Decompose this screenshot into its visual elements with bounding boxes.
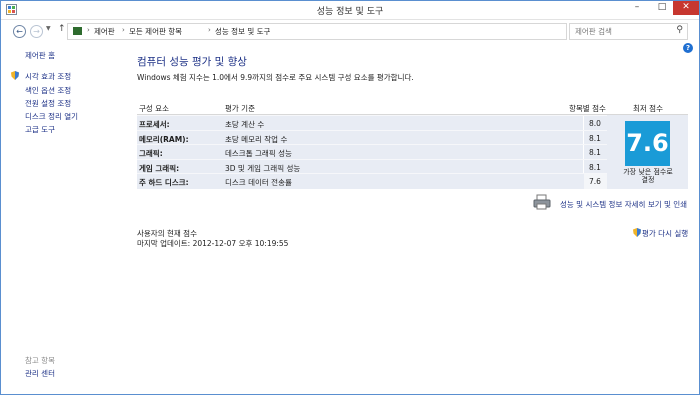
breadcrumb-separator[interactable]: › [208,26,211,34]
search-input[interactable]: 제어판 검색 [575,26,612,37]
close-button[interactable]: ✕ [673,1,699,15]
up-button[interactable]: ↑ [58,24,66,34]
row-score: 8.1 [589,162,601,172]
sidebar-item-disk-cleanup[interactable]: 디스크 정리 열기 [25,111,78,122]
table-body: 프로세서: 초당 계산 수 8.0 메모리(RAM): 초당 메모리 작업 수 … [137,115,607,189]
rerun-assessment-link[interactable]: 평가 다시 실행 [642,228,688,239]
search-box[interactable]: 제어판 검색 ⚲ [569,23,688,40]
folder-icon [73,27,82,35]
address-bar[interactable]: › 제어판 › 모든 제어판 항목 › 성능 정보 및 도구 ▾ ↻ [67,23,624,40]
row-rating: 디스크 데이터 전송률 [225,178,292,188]
row-score: 8.1 [589,148,601,158]
row-score: 8.1 [589,133,601,143]
forward-button[interactable]: → [30,25,43,38]
column-subscore: 항목별 점수 [569,104,606,113]
page-title: 컴퓨터 성능 평가 및 향상 [137,56,247,68]
row-score: 8.0 [589,119,601,128]
sidebar-item-power[interactable]: 전원 설정 조정 [25,98,71,109]
table-row: 프로세서: 초당 계산 수 8.0 [137,115,607,131]
recent-locations-dropdown[interactable]: ▼ [46,25,51,32]
row-component: 프로세서: [139,120,170,129]
sidebar: 제어판 홈 시각 효과 조정 색인 옵션 조정 전원 설정 조정 디스크 정리 … [1,42,121,392]
row-component: 게임 그래픽: [139,163,180,173]
sidebar-item-visual-effects[interactable]: 시각 효과 조정 [25,71,71,82]
breadcrumb-performance[interactable]: 성능 정보 및 도구 [215,26,270,37]
view-and-print-details-link[interactable]: 성능 및 시스템 정보 자세히 보기 및 인쇄 [560,199,687,210]
last-update-text: 마지막 업데이트: 2012-12-07 오후 10:19:55 [137,239,289,248]
help-icon[interactable]: ? [683,43,693,53]
table-row: 주 하드 디스크: 디스크 데이터 전송률 7.6 [137,173,607,189]
intro-text: Windows 체험 지수는 1.0에서 9.9까지의 점수로 주요 시스템 구… [137,73,414,82]
row-rating: 초당 계산 수 [225,120,265,129]
base-score-caption: 가장 낮은 점수로 결정 [623,168,673,184]
column-base-score: 최저 점수 [633,104,663,113]
row-rating: 초당 메모리 작업 수 [225,134,288,144]
base-score-tile: 7.6 [625,121,670,166]
window-title: 성능 정보 및 도구 [316,7,384,17]
column-component: 구성 요소 [139,104,169,113]
maximize-button[interactable]: □ [651,1,673,15]
shield-icon [633,228,641,237]
minimize-button[interactable]: – [626,1,648,15]
row-component: 그래픽: [139,149,163,159]
back-button[interactable]: ← [13,25,26,38]
breadcrumb-separator[interactable]: › [87,26,90,34]
sidebar-home-link[interactable]: 제어판 홈 [25,50,55,61]
search-icon[interactable]: ⚲ [676,25,683,35]
table-row: 게임 그래픽: 3D 및 게임 그래픽 성능 8.1 [137,158,607,175]
table-header: 구성 요소 평가 기준 항목별 점수 최저 점수 [137,98,688,115]
row-component: 주 하드 디스크: [139,178,189,188]
see-also-action-center[interactable]: 관리 센터 [25,368,55,379]
score-table: 구성 요소 평가 기준 항목별 점수 최저 점수 프로세서: 초당 계산 수 8… [137,98,688,189]
row-rating: 데스크톱 그래픽 성능 [225,149,292,159]
sidebar-item-advanced-tools[interactable]: 고급 도구 [25,124,55,135]
navigation-bar: ← → ▼ ↑ › 제어판 › 모든 제어판 항목 › 성능 정보 및 도구 ▾… [1,21,699,41]
table-row: 그래픽: 데스크톱 그래픽 성능 8.1 [137,144,607,160]
see-also-heading: 참고 항목 [25,356,55,365]
breadcrumb-all-items[interactable]: 모든 제어판 항목 [129,26,182,37]
column-rating: 평가 기준 [225,104,255,113]
sidebar-item-indexing[interactable]: 색인 옵션 조정 [25,85,71,96]
window: 성능 정보 및 도구 – □ ✕ ← → ▼ ↑ › 제어판 › 모든 제어판 … [0,0,700,395]
printer-icon [533,194,551,210]
table-row: 메모리(RAM): 초당 메모리 작업 수 8.1 [137,129,607,146]
breadcrumb-control-panel[interactable]: 제어판 [94,26,115,37]
shield-icon [11,71,19,80]
title-bar: 성능 정보 및 도구 – □ ✕ [1,1,699,20]
row-rating: 3D 및 게임 그래픽 성능 [225,163,301,173]
row-component: 메모리(RAM): [139,134,189,144]
row-score: 7.6 [589,177,601,187]
breadcrumb-separator[interactable]: › [122,26,125,34]
